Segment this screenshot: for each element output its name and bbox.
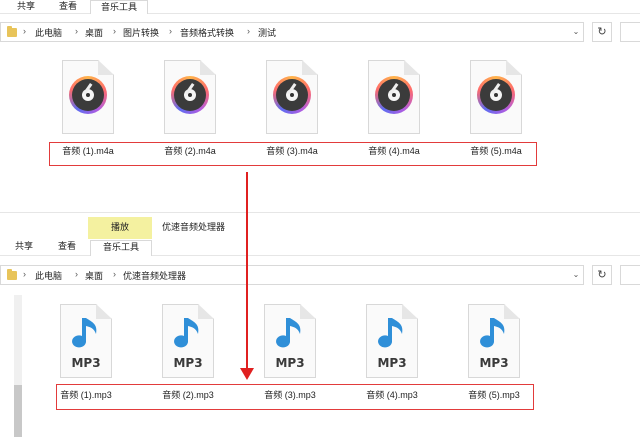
search-input[interactable] (620, 22, 640, 42)
m4a-disc-icon (171, 76, 209, 114)
refresh-button[interactable]: ↻ (592, 265, 612, 285)
tab-play[interactable]: 播放 (88, 220, 152, 233)
tab-music-tools[interactable]: 音乐工具 (90, 0, 148, 14)
breadcrumb-item[interactable]: 测试 (258, 26, 276, 39)
breadcrumb-item[interactable]: 图片转换 (123, 26, 159, 39)
refresh-button[interactable]: ↻ (592, 22, 612, 42)
bottom-address-bar[interactable]: › 此电脑 › 桌面 › 优速音频处理器 ⌄ (0, 265, 584, 285)
mp3-label: MP3 (377, 356, 407, 370)
chevron-right-icon: › (75, 269, 78, 279)
tab-music-tools[interactable]: 音乐工具 (90, 240, 152, 256)
breadcrumb-item[interactable]: 桌面 (85, 26, 103, 39)
breadcrumb-item[interactable]: 优速音频处理器 (123, 269, 186, 282)
breadcrumb-item[interactable]: 音频格式转换 (180, 26, 234, 39)
bottom-ribbon-tabbar: 共享 查看 音乐工具 (0, 240, 640, 256)
tab-view[interactable]: 查看 (56, 0, 80, 14)
mp3-note-icon (276, 318, 301, 348)
conversion-arrow-shaft (246, 172, 248, 368)
chevron-right-icon: › (169, 26, 172, 36)
breadcrumb-item[interactable]: 此电脑 (35, 26, 62, 39)
chevron-right-icon: › (113, 26, 116, 36)
search-input[interactable] (620, 265, 640, 285)
top-address-bar[interactable]: › 此电脑 › 桌面 › 图片转换 › 音频格式转换 › 测试 ⌄ (0, 22, 584, 42)
m4a-disc-icon (69, 76, 107, 114)
breadcrumb-item[interactable]: 此电脑 (35, 269, 62, 282)
folder-icon (7, 26, 17, 37)
folder-icon (7, 269, 17, 280)
window-title: 优速音频处理器 (162, 222, 226, 232)
mp3-note-icon (378, 318, 403, 348)
arrow-down-icon (240, 368, 254, 380)
mp3-label: MP3 (71, 356, 101, 370)
mp3-note-icon (174, 318, 199, 348)
mp3-label: MP3 (275, 356, 305, 370)
window-divider (0, 212, 640, 213)
top-address-row: › 此电脑 › 桌面 › 图片转换 › 音频格式转换 › 测试 ⌄ ↻ (0, 18, 640, 46)
chevron-down-icon[interactable]: ⌄ (571, 270, 581, 282)
m4a-disc-icon (273, 76, 311, 114)
mp3-note-icon (480, 318, 505, 348)
chevron-right-icon: › (247, 26, 250, 36)
mp3-label: MP3 (479, 356, 509, 370)
chevron-right-icon: › (23, 269, 26, 279)
m4a-disc-icon (477, 76, 515, 114)
chevron-right-icon: › (113, 269, 116, 279)
tab-view[interactable]: 查看 (55, 240, 79, 254)
mp3-label: MP3 (173, 356, 203, 370)
tab-share[interactable]: 共享 (14, 0, 38, 14)
tab-share[interactable]: 共享 (12, 240, 36, 254)
breadcrumb-item[interactable]: 桌面 (85, 269, 103, 282)
chevron-down-icon[interactable]: ⌄ (571, 27, 581, 39)
bottom-address-row: › 此电脑 › 桌面 › 优速音频处理器 ⌄ ↻ (0, 261, 640, 289)
chevron-right-icon: › (23, 26, 26, 36)
mp3-note-icon (72, 318, 97, 348)
m4a-disc-icon (375, 76, 413, 114)
scrollbar-thumb[interactable] (14, 385, 22, 437)
top-ribbon-tabbar: 共享 查看 音乐工具 (0, 0, 640, 14)
highlight-box-output-files (56, 384, 534, 410)
chevron-right-icon: › (75, 26, 78, 36)
highlight-box-source-files (49, 142, 537, 166)
